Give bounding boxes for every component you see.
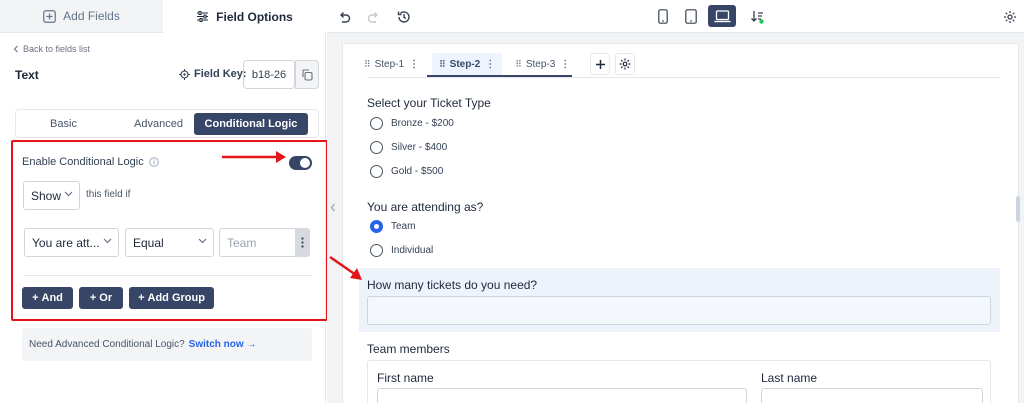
- arrow-to-field: [329, 255, 362, 280]
- arrow-to-toggle: [222, 151, 286, 163]
- annotation-arrows: [222, 151, 362, 280]
